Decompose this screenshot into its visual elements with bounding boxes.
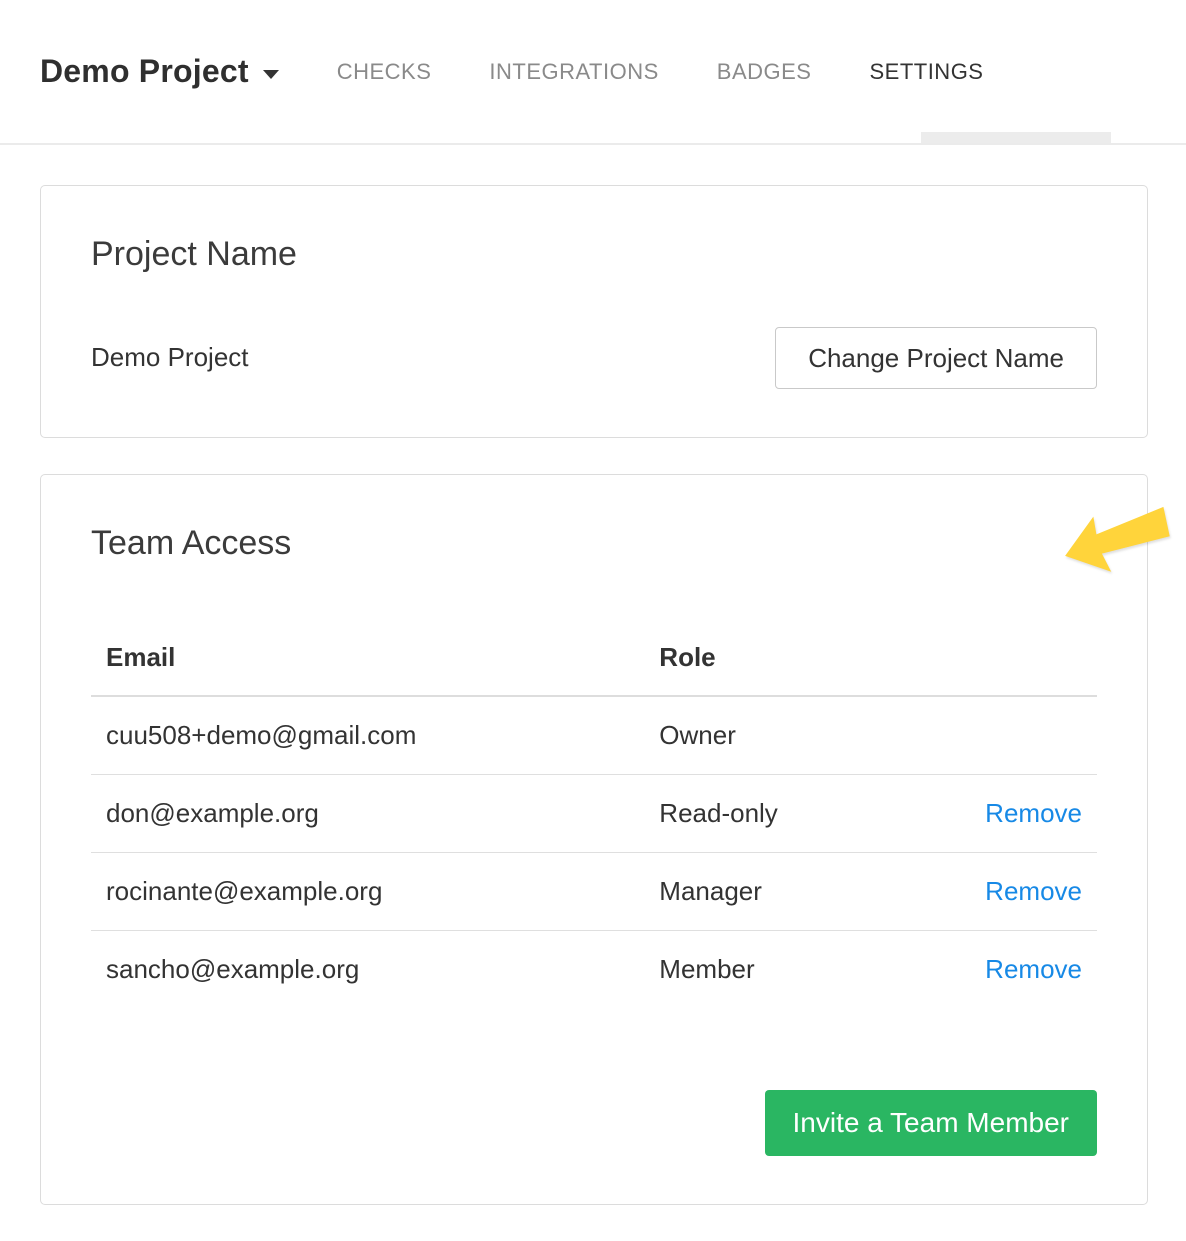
member-role: Member xyxy=(644,930,916,1008)
email-column-header: Email xyxy=(91,620,644,696)
member-email: sancho@example.org xyxy=(91,930,644,1008)
change-project-name-button[interactable]: Change Project Name xyxy=(775,327,1097,389)
project-name-card: Project Name Demo Project Change Project… xyxy=(40,185,1148,438)
team-access-card-title: Team Access xyxy=(91,523,1097,564)
remove-member-link[interactable]: Remove xyxy=(985,798,1082,828)
role-column-header: Role xyxy=(644,620,916,696)
member-role: Manager xyxy=(644,852,916,930)
team-members-table: Email Role cuu508+demo@gmail.com Owner d… xyxy=(91,620,1097,1008)
project-name-card-title: Project Name xyxy=(91,234,1097,275)
table-header-row: Email Role xyxy=(91,620,1097,696)
member-email: cuu508+demo@gmail.com xyxy=(91,696,644,775)
team-access-card: Team Access Email Role cuu508+demo@gmail… xyxy=(40,474,1148,1205)
table-row-sancho: sancho@example.org Member Remove xyxy=(91,930,1097,1008)
current-project-name: Demo Project xyxy=(91,342,249,373)
invite-row: Invite a Team Member xyxy=(91,1090,1097,1156)
active-tab-indicator xyxy=(921,132,1111,143)
project-tabs: CHECKS INTEGRATIONS BADGES SETTINGS xyxy=(337,59,1042,85)
member-email: don@example.org xyxy=(91,774,644,852)
member-action-cell: Remove xyxy=(916,930,1097,1008)
remove-member-link[interactable]: Remove xyxy=(985,876,1082,906)
project-name-row: Demo Project Change Project Name xyxy=(91,327,1097,389)
member-action-cell: Remove xyxy=(916,774,1097,852)
member-action-cell xyxy=(916,696,1097,775)
tab-integrations[interactable]: INTEGRATIONS xyxy=(489,59,658,85)
tab-badges[interactable]: BADGES xyxy=(717,59,812,85)
table-row-rocinante: rocinante@example.org Manager Remove xyxy=(91,852,1097,930)
project-switcher-dropdown[interactable]: Demo Project xyxy=(40,53,279,90)
member-email: rocinante@example.org xyxy=(91,852,644,930)
caret-down-icon xyxy=(263,70,279,79)
member-action-cell: Remove xyxy=(916,852,1097,930)
action-column-header xyxy=(916,620,1097,696)
tab-settings[interactable]: SETTINGS xyxy=(869,59,983,85)
settings-page: Project Name Demo Project Change Project… xyxy=(0,145,1186,1241)
remove-member-link[interactable]: Remove xyxy=(985,954,1082,984)
tab-checks[interactable]: CHECKS xyxy=(337,59,432,85)
invite-team-member-button[interactable]: Invite a Team Member xyxy=(765,1090,1098,1156)
table-row-owner: cuu508+demo@gmail.com Owner xyxy=(91,696,1097,775)
member-role: Owner xyxy=(644,696,916,775)
table-row-don: don@example.org Read-only Remove xyxy=(91,774,1097,852)
member-role: Read-only xyxy=(644,774,916,852)
top-nav: Demo Project CHECKS INTEGRATIONS BADGES … xyxy=(0,0,1186,145)
project-title: Demo Project xyxy=(40,53,249,90)
